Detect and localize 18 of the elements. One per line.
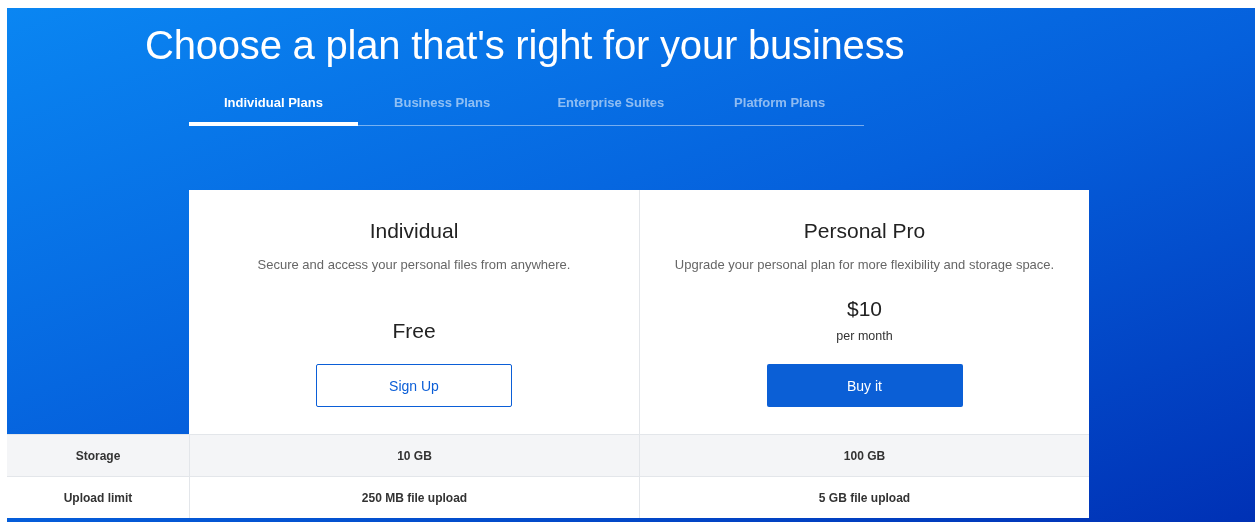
tab[interactable]: Individual Plans xyxy=(189,78,358,126)
tab[interactable]: Enterprise Suites xyxy=(526,78,696,126)
buy-button[interactable]: Buy it xyxy=(766,364,963,407)
page-heading: Choose a plan that's right for your business xyxy=(144,22,906,68)
plan-name: Individual xyxy=(369,218,459,244)
table-cell: 250 MB file upload xyxy=(189,477,639,518)
feature-label: Storage xyxy=(74,447,122,465)
sign-up-button[interactable]: Sign Up xyxy=(316,364,512,407)
plan-description: Upgrade your personal plan for more flexibility and storage space. xyxy=(674,256,1055,274)
plan-name: Personal Pro xyxy=(803,218,926,244)
plan-price: $10 xyxy=(846,296,882,322)
tab[interactable]: Business Plans xyxy=(357,78,527,126)
tab[interactable]: Platform Plans xyxy=(695,78,864,126)
table-cell: 5 GB file upload xyxy=(639,477,1089,518)
plan-price: Free xyxy=(392,318,436,344)
price-period: per month xyxy=(836,328,893,345)
feature-label: Upload limit xyxy=(62,489,134,507)
plan-description: Secure and access your personal files from anywhere. xyxy=(257,256,571,274)
